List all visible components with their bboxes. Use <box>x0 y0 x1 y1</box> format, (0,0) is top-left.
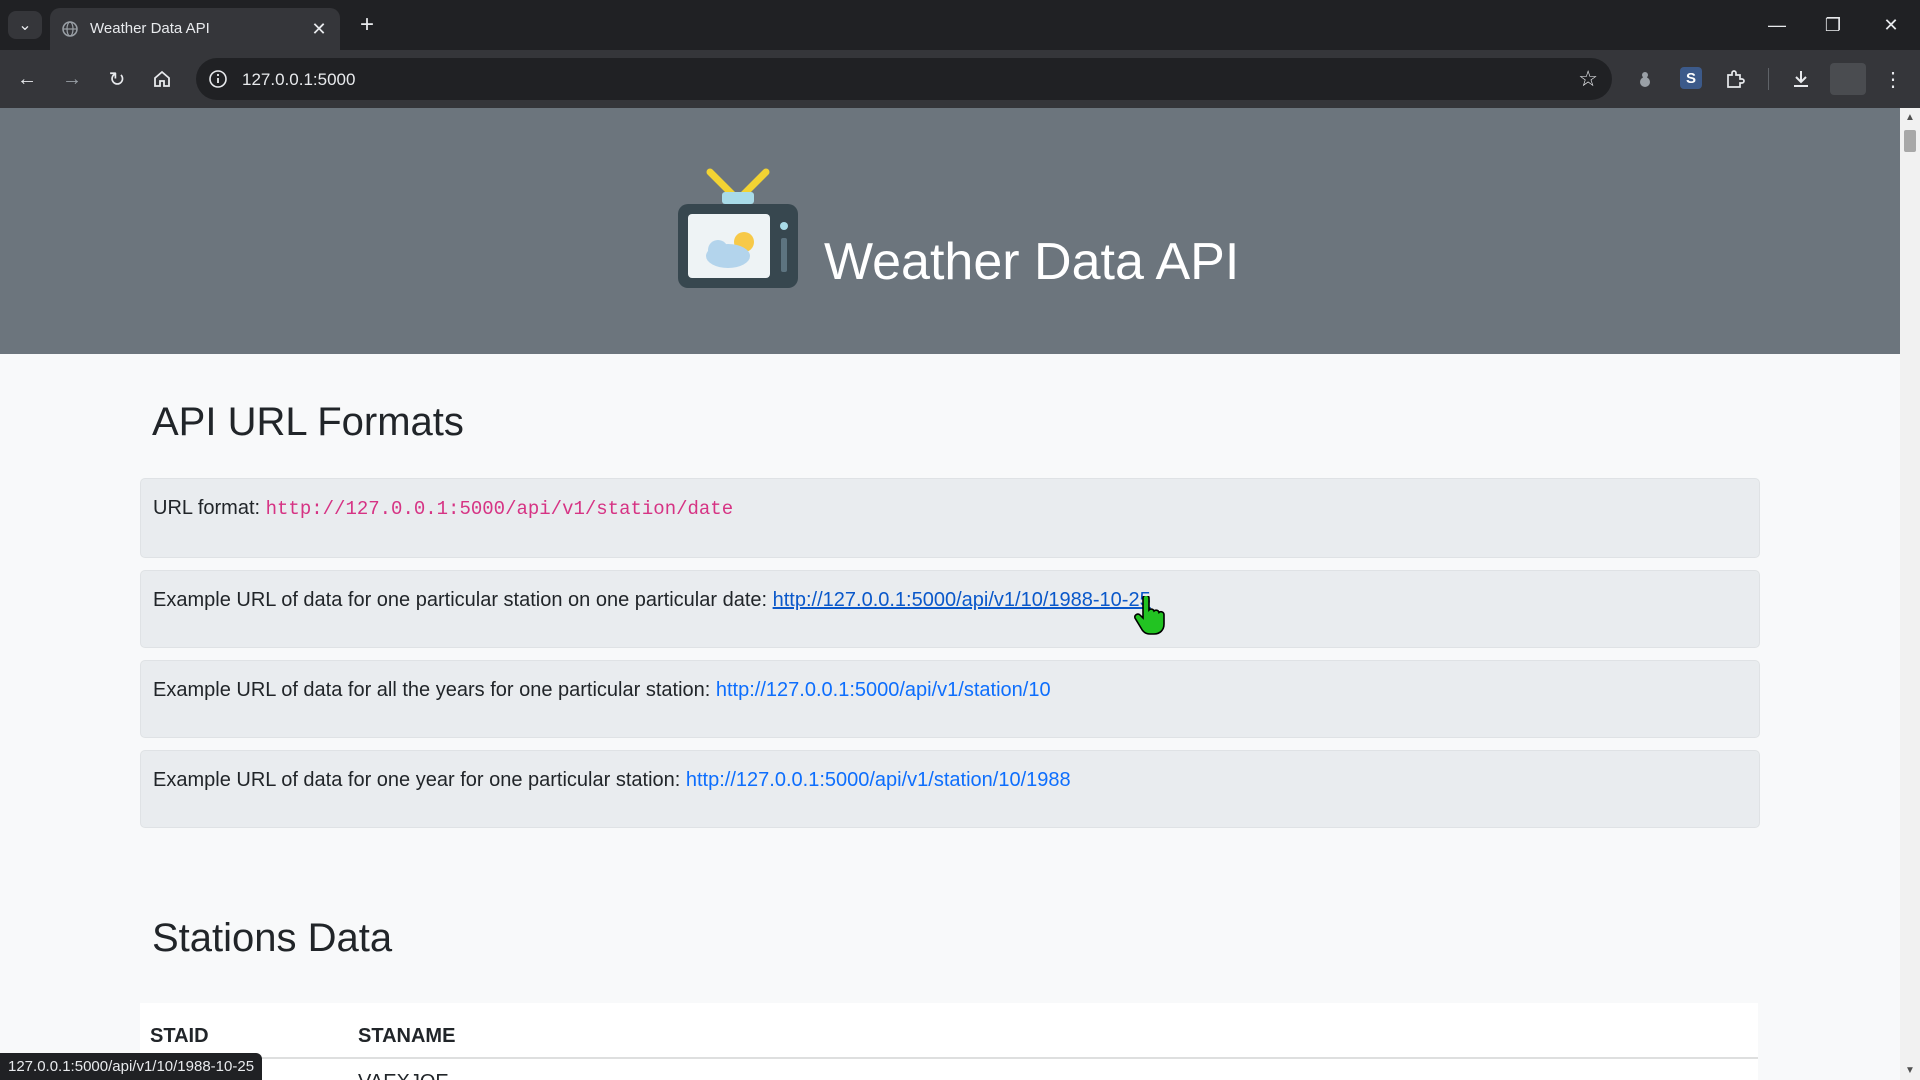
reload-button[interactable]: ↻ <box>102 64 132 94</box>
menu-button[interactable]: ⋮ <box>1878 64 1908 94</box>
example-line: Example URL of data for one particular s… <box>153 589 1151 612</box>
home-button[interactable] <box>147 64 177 94</box>
forward-button[interactable]: → <box>57 64 87 94</box>
address-text[interactable]: 127.0.0.1:5000 <box>242 70 355 90</box>
example-line: Example URL of data for one year for one… <box>153 769 1071 792</box>
page-scrollbar[interactable]: ▲ ▼ <box>1900 108 1920 1080</box>
hero-header: Weather Data API <box>0 108 1900 354</box>
stations-heading: Stations Data <box>152 916 393 960</box>
address-bar[interactable]: 127.0.0.1:5000 ☆ <box>196 58 1612 100</box>
toolbar-divider <box>1768 68 1769 90</box>
back-button[interactable]: ← <box>12 64 42 94</box>
home-icon <box>154 70 170 87</box>
example-line: Example URL of data for all the years fo… <box>153 679 1051 702</box>
tab-list-button[interactable]: ⌄ <box>8 11 42 39</box>
url-format-label: URL format: <box>153 497 266 519</box>
tab-active[interactable]: Weather Data API ✕ <box>50 8 340 50</box>
page-title: Weather Data API <box>824 233 1240 291</box>
arrow-left-icon: ← <box>17 67 37 90</box>
url-format-panel: URL format: http://127.0.0.1:5000/api/v1… <box>140 478 1760 558</box>
example-link-year[interactable]: http://127.0.0.1:5000/api/v1/station/10/… <box>686 769 1071 791</box>
close-tab-icon[interactable]: ✕ <box>308 18 330 40</box>
tab-title: Weather Data API <box>90 20 210 37</box>
puzzle-icon <box>1727 70 1745 88</box>
reload-icon: ↻ <box>108 68 126 91</box>
example-label: Example URL of data for one particular s… <box>153 589 773 611</box>
minimize-button[interactable]: — <box>1762 10 1792 40</box>
example-panel-year: Example URL of data for one year for one… <box>140 750 1760 828</box>
page-content: Weather Data API API URL Formats URL for… <box>0 108 1900 1080</box>
extensions-menu-button[interactable] <box>1720 64 1750 94</box>
url-format-line: URL format: http://127.0.0.1:5000/api/v1… <box>153 497 733 520</box>
column-header-staname: STANAME <box>358 1025 456 1047</box>
scroll-down-icon[interactable]: ▼ <box>1905 1065 1915 1076</box>
column-header-staid: STAID <box>150 1025 209 1047</box>
example-link-station[interactable]: http://127.0.0.1:5000/api/v1/station/10 <box>716 679 1051 701</box>
table-header-divider <box>140 1057 1758 1059</box>
api-formats-heading: API URL Formats <box>152 400 464 444</box>
example-label: Example URL of data for one year for one… <box>153 769 686 791</box>
extension-icon <box>1640 72 1650 87</box>
scrollbar-thumb[interactable] <box>1904 130 1916 152</box>
bookmark-star-icon[interactable]: ☆ <box>1578 66 1598 92</box>
download-icon <box>1794 71 1808 87</box>
close-window-button[interactable]: ✕ <box>1876 10 1906 40</box>
example-panel-station: Example URL of data for all the years fo… <box>140 660 1760 738</box>
example-panel-date: Example URL of data for one particular s… <box>140 570 1760 648</box>
tab-bar: ⌄ Weather Data API ✕ + — ❐ ✕ <box>0 0 1920 50</box>
site-info-icon[interactable] <box>208 69 228 89</box>
hand-cursor-icon <box>1134 596 1165 635</box>
profile-avatar[interactable] <box>1830 63 1866 95</box>
example-label: Example URL of data for all the years fo… <box>153 679 716 701</box>
s-extension-icon[interactable]: S <box>1680 67 1702 89</box>
table-cell: VAEXJOE <box>358 1071 449 1080</box>
stations-table: STAID STANAME VAEXJOE <box>140 1003 1758 1080</box>
chevron-down-icon: ⌄ <box>18 17 32 34</box>
extension-button[interactable] <box>1630 64 1660 94</box>
example-link-date[interactable]: http://127.0.0.1:5000/api/v1/10/1988-10-… <box>773 589 1151 611</box>
weather-tv-icon <box>678 168 798 288</box>
scroll-up-icon[interactable]: ▲ <box>1905 112 1915 123</box>
restore-button[interactable]: ❐ <box>1818 10 1848 40</box>
url-format-code: http://127.0.0.1:5000/api/v1/station/dat… <box>265 498 734 520</box>
status-url-bubble: 127.0.0.1:5000/api/v1/10/1988-10-25 <box>0 1053 263 1080</box>
more-vert-icon: ⋮ <box>1883 68 1903 91</box>
new-tab-button[interactable]: + <box>353 11 381 39</box>
arrow-right-icon: → <box>62 67 82 90</box>
downloads-button[interactable] <box>1786 64 1816 94</box>
browser-toolbar: ← → ↻ 127.0.0.1:5000 ☆ S ⋮ <box>0 50 1920 108</box>
globe-icon <box>62 21 78 37</box>
